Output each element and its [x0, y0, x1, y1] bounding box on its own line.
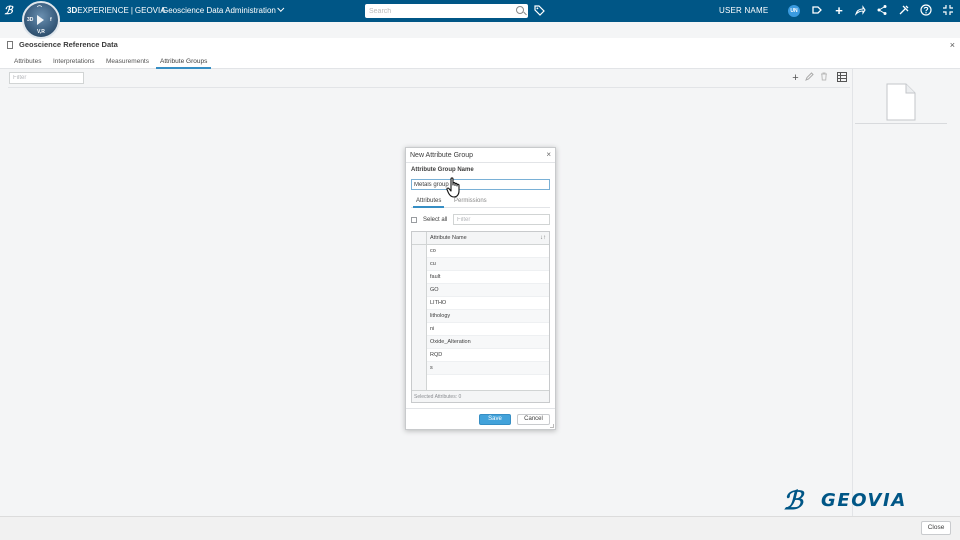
grid-header-check-column: [412, 232, 427, 244]
dialog-close-icon[interactable]: ×: [546, 150, 551, 159]
details-divider: [855, 123, 947, 124]
tag-icon[interactable]: [534, 5, 545, 16]
dialog-tab-bar: Attributes Permissions: [411, 196, 550, 208]
compass-east-label: f: [50, 17, 52, 23]
tab-measurements[interactable]: Measurements: [102, 56, 153, 69]
ds-mark-icon: ℬ: [783, 486, 803, 515]
attribute-grid: Attribute Name ↓↑ co cu fault GO LITHO l…: [411, 231, 550, 403]
grid-rows: co cu fault GO LITHO lithology ni Oxide_…: [427, 245, 549, 375]
table-row[interactable]: LITHO: [427, 297, 549, 310]
brand-separator: |: [130, 6, 133, 15]
cancel-button[interactable]: Cancel: [517, 414, 550, 425]
table-row[interactable]: RQD: [427, 349, 549, 362]
add-icon[interactable]: +: [832, 4, 846, 18]
tab-attributes[interactable]: Attributes: [10, 56, 45, 69]
search-box: [365, 4, 528, 18]
panel-header: Geoscience Reference Data ×: [0, 38, 960, 52]
dassault-logo-icon[interactable]: ℬ: [4, 4, 18, 18]
platform-brand: 3DEXPERIENCE | GEOVIA: [67, 0, 166, 22]
details-pane: [852, 69, 960, 516]
table-row[interactable]: lithology: [427, 310, 549, 323]
select-all-checkbox[interactable]: [411, 217, 417, 223]
table-row[interactable]: cu: [427, 258, 549, 271]
table-row[interactable]: GO: [427, 284, 549, 297]
grid-header: Attribute Name ↓↑: [412, 232, 549, 245]
dialog-tab-permissions[interactable]: Permissions: [451, 197, 490, 208]
group-name-label: Attribute Group Name: [411, 167, 474, 173]
geovia-wordmark: GEOVIA: [821, 490, 907, 511]
dialog-tab-attributes[interactable]: Attributes: [413, 197, 445, 208]
group-name-input[interactable]: [411, 179, 550, 190]
compass-icon[interactable]: ⌒ 3D f V,R: [22, 1, 60, 39]
save-button[interactable]: Save: [479, 414, 511, 425]
add-icon[interactable]: +: [790, 72, 801, 84]
dialog-title: New Attribute Group: [410, 152, 474, 159]
grid-check-column: [412, 245, 427, 390]
table-row[interactable]: ni: [427, 323, 549, 336]
search-icon[interactable]: [516, 6, 524, 14]
compass-west-label: 3D: [27, 17, 34, 23]
selection-status: Selected Attributes: 0: [412, 390, 549, 402]
brand-3d: 3D: [67, 6, 78, 15]
app-title-label: Geoscience Data Administration: [162, 6, 276, 15]
brand-product: GEOVIA: [134, 6, 166, 15]
attribute-filter-input[interactable]: [453, 214, 550, 225]
grid-view-icon[interactable]: [836, 72, 847, 84]
notifications-icon[interactable]: [810, 4, 824, 18]
username[interactable]: USER NAME: [719, 0, 768, 22]
edit-icon[interactable]: [804, 72, 815, 84]
sort-icon[interactable]: ↓↑: [540, 232, 546, 244]
geovia-logo: ℬ GEOVIA: [783, 486, 913, 516]
network-icon[interactable]: [875, 4, 889, 18]
bottom-bar: Close: [0, 516, 960, 540]
new-attribute-group-dialog: New Attribute Group × Attribute Group Na…: [405, 147, 556, 430]
dialog-divider: [406, 162, 555, 163]
tab-attribute-groups[interactable]: Attribute Groups: [156, 56, 212, 69]
attribute-name-column-header[interactable]: Attribute Name: [430, 232, 467, 244]
share-icon[interactable]: [853, 4, 867, 18]
filter-input[interactable]: [9, 72, 84, 84]
hand-cursor-icon: [446, 177, 460, 198]
select-all-label: Select all: [423, 217, 448, 223]
table-row[interactable]: s: [427, 362, 549, 375]
compass-north-icon[interactable]: ⌒: [37, 5, 42, 12]
resize-handle[interactable]: [550, 424, 554, 428]
app-title[interactable]: Geoscience Data Administration: [162, 0, 285, 22]
search-input[interactable]: [365, 4, 510, 18]
dialog-footer-divider: [406, 408, 555, 409]
panel-title: Geoscience Reference Data: [19, 40, 118, 49]
document-icon: [7, 41, 13, 49]
tab-bar: Attributes Interpretations Measurements …: [0, 52, 960, 69]
tools-icon[interactable]: [897, 4, 911, 18]
close-icon[interactable]: ×: [950, 39, 955, 51]
blank-document-icon: [886, 83, 916, 121]
help-icon[interactable]: [919, 4, 933, 18]
compass-play-icon[interactable]: [37, 15, 44, 25]
compass-south-label: V,R: [37, 29, 45, 35]
content-divider: [8, 87, 850, 88]
table-row[interactable]: fault: [427, 271, 549, 284]
top-bar: ℬ ⌒ 3D f V,R 3DEXPERIENCE | GEOVIA Geoscie…: [0, 0, 960, 39]
close-button[interactable]: Close: [921, 521, 951, 535]
tab-interpretations[interactable]: Interpretations: [49, 56, 99, 69]
table-row[interactable]: Oxide_Alteration: [427, 336, 549, 349]
fullscreen-exit-icon[interactable]: [941, 4, 955, 18]
brand-experience: EXPERIENCE: [77, 6, 129, 15]
avatar[interactable]: UN: [788, 5, 800, 17]
delete-icon[interactable]: [818, 72, 829, 84]
table-row[interactable]: co: [427, 245, 549, 258]
chevron-down-icon: [277, 4, 285, 12]
